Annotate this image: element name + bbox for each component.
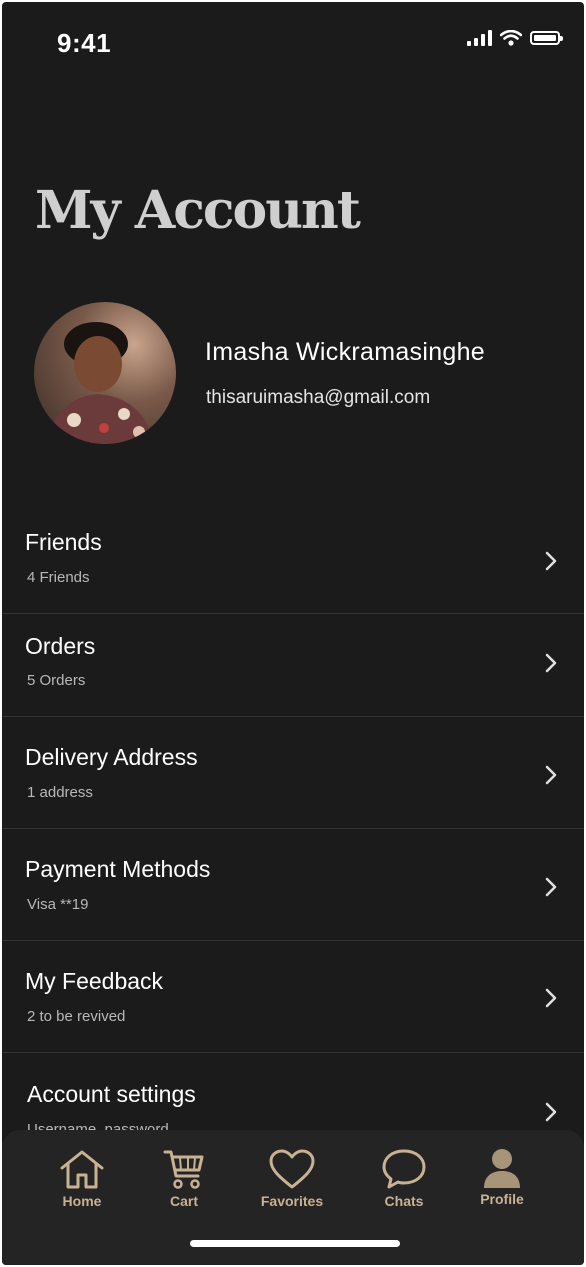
tab-home[interactable]: Home: [37, 1148, 127, 1209]
tab-profile[interactable]: Profile: [457, 1148, 547, 1207]
status-time: 9:41: [57, 28, 112, 58]
menu-item-subtitle: 2 to be revived: [27, 1008, 126, 1025]
chevron-right-icon: [545, 551, 557, 571]
tab-chats[interactable]: Chats: [359, 1148, 449, 1209]
menu-item-my-feedback[interactable]: My Feedback 2 to be revived: [2, 941, 584, 1053]
status-icons: [467, 30, 563, 46]
avatar-photo: [48, 322, 154, 444]
menu-item-title: My Feedback: [25, 968, 164, 994]
signal-icon: [467, 30, 492, 46]
page-title: My Account: [35, 180, 361, 241]
menu-item-title: Account settings: [27, 1081, 196, 1107]
menu-item-subtitle: 1 address: [27, 784, 93, 801]
avatar[interactable]: [34, 302, 176, 444]
menu-item-payment-methods[interactable]: Payment Methods Visa **19: [2, 829, 584, 941]
tab-favorites[interactable]: Favorites: [247, 1148, 337, 1209]
heart-icon: [269, 1149, 315, 1189]
account-menu: Friends 4 Friends Orders 5 Orders Delive…: [2, 502, 584, 1165]
tab-label: Chats: [384, 1193, 424, 1209]
phone-screen: 9:41 My Account Imasha Wickramasinghe th…: [2, 2, 584, 1265]
tab-label: Cart: [169, 1193, 198, 1209]
chevron-right-icon: [545, 877, 557, 897]
tab-label: Profile: [480, 1191, 524, 1207]
chevron-right-icon: [545, 653, 557, 673]
tab-cart[interactable]: Cart: [139, 1148, 229, 1209]
tab-label: Favorites: [260, 1193, 324, 1209]
menu-item-subtitle: 5 Orders: [27, 672, 86, 689]
home-icon: [60, 1150, 104, 1189]
menu-item-title: Orders: [25, 633, 96, 659]
tab-label: Home: [62, 1193, 102, 1209]
menu-item-subtitle: 4 Friends: [27, 569, 90, 586]
menu-item-title: Delivery Address: [25, 744, 198, 770]
profile-email: thisaruimasha@gmail.com: [206, 387, 431, 408]
profile-icon: [484, 1149, 520, 1188]
menu-item-title: Payment Methods: [25, 856, 211, 882]
battery-icon: [530, 31, 563, 45]
cart-icon: [163, 1150, 204, 1189]
chevron-right-icon: [545, 1102, 557, 1122]
home-indicator: [190, 1240, 400, 1247]
menu-item-friends[interactable]: Friends 4 Friends: [2, 502, 584, 614]
menu-item-orders[interactable]: Orders 5 Orders: [2, 614, 584, 717]
chevron-right-icon: [545, 988, 557, 1008]
menu-item-title: Friends: [25, 529, 102, 555]
menu-item-subtitle: Visa **19: [27, 896, 89, 913]
chat-bubble-icon: [382, 1149, 426, 1189]
profile-name: Imasha Wickramasinghe: [205, 338, 486, 366]
wifi-icon: [500, 30, 522, 46]
menu-item-delivery-address[interactable]: Delivery Address 1 address: [2, 717, 584, 829]
chevron-right-icon: [545, 765, 557, 785]
